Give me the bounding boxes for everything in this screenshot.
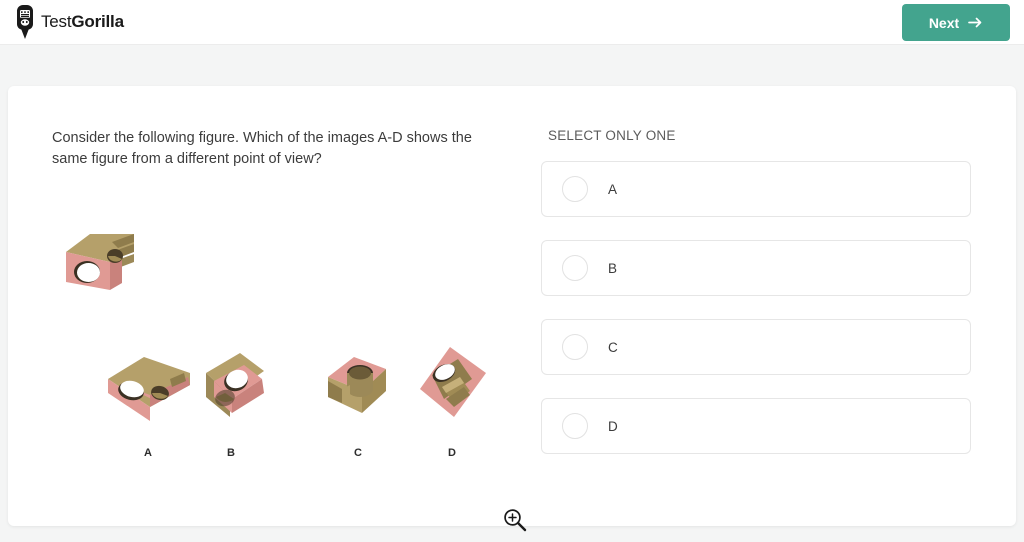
- gorilla-head-icon: [17, 5, 33, 39]
- option-figure-label-c: C: [354, 447, 362, 459]
- next-button-label: Next: [928, 14, 960, 31]
- option-figure-d[interactable]: [414, 343, 492, 431]
- magnifier-plus-icon[interactable]: [502, 507, 528, 533]
- radio-button-b[interactable]: [562, 255, 588, 281]
- answer-option-d[interactable]: D: [541, 398, 971, 454]
- app-header: TestGorilla Next: [0, 0, 1024, 45]
- radio-button-c[interactable]: [562, 334, 588, 360]
- option-figure-label-d: D: [448, 447, 456, 459]
- answer-label-c: C: [608, 339, 618, 355]
- select-only-one-hint: SELECT ONLY ONE: [548, 128, 676, 143]
- answer-option-a[interactable]: A: [541, 161, 971, 217]
- option-figure-c[interactable]: [320, 351, 396, 427]
- answer-option-c[interactable]: C: [541, 319, 971, 375]
- answer-options-list: A B C D: [541, 161, 977, 454]
- answer-option-b[interactable]: B: [541, 240, 971, 296]
- brand-logo[interactable]: TestGorilla: [14, 5, 124, 39]
- answers-panel: SELECT ONLY ONE A B C D: [541, 128, 977, 454]
- question-card: Consider the following figure. Which of …: [8, 86, 1016, 532]
- question-panel: Consider the following figure. Which of …: [52, 128, 527, 532]
- option-figure-b[interactable]: [192, 347, 270, 427]
- answer-label-d: D: [608, 418, 618, 434]
- question-text: Consider the following figure. Which of …: [52, 130, 472, 168]
- option-figure-label-a: A: [144, 447, 152, 459]
- brand-name-bold: Gorilla: [71, 12, 124, 31]
- option-figures-row: A B C D: [52, 343, 512, 459]
- next-button[interactable]: Next: [902, 4, 1010, 41]
- brand-name-light: Test: [41, 12, 72, 31]
- radio-button-a[interactable]: [562, 176, 588, 202]
- arrow-right-icon: [968, 17, 982, 28]
- option-figure-a[interactable]: [104, 349, 192, 427]
- brand-name: TestGorilla: [41, 5, 124, 39]
- radio-button-d[interactable]: [562, 413, 588, 439]
- answer-label-a: A: [608, 181, 618, 197]
- option-figure-label-b: B: [227, 447, 235, 459]
- answer-label-b: B: [608, 260, 618, 276]
- reference-3d-figure: [66, 234, 134, 290]
